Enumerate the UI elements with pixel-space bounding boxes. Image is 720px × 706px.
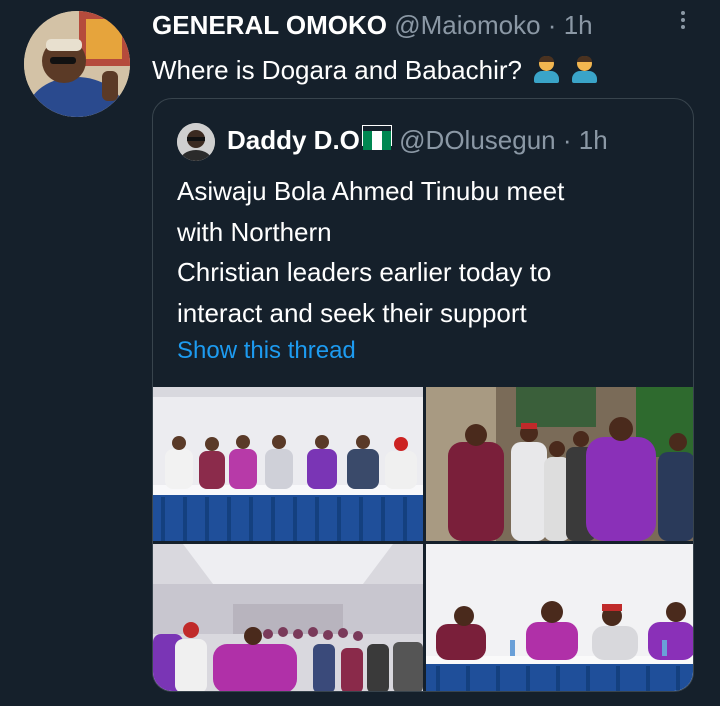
author-avatar[interactable]	[24, 11, 130, 117]
quoted-text-line: with Northern	[177, 216, 332, 247]
show-thread-link[interactable]: Show this thread	[177, 337, 356, 365]
quoted-tweet[interactable]: Daddy D.O @DOlusegun · 1h Asiwaju Bola A…	[152, 98, 694, 692]
quoted-separator: ·	[562, 125, 572, 155]
tweet-text-body: Where is Dogara and Babachir?	[152, 55, 522, 85]
author-name[interactable]: GENERAL OMOKO	[152, 10, 387, 40]
quoted-text-line: interact and seek their support	[177, 297, 527, 328]
tweet-time[interactable]: 1h	[564, 10, 593, 40]
person-shrugging-icon	[571, 56, 598, 83]
author-handle[interactable]: @Maiomoko	[394, 10, 540, 40]
quoted-text: Asiwaju Bola Ahmed Tinubu meet with Nort…	[177, 171, 677, 333]
quoted-author-name[interactable]: Daddy D.O	[227, 125, 360, 155]
quoted-author-handle[interactable]: @DOlusegun	[399, 125, 555, 155]
photo-conference-hall-crowd[interactable]	[153, 544, 423, 691]
quoted-text-line: Christian leaders earlier today to	[177, 257, 552, 287]
photo-leaders-seated-at-table[interactable]	[426, 544, 693, 691]
quoted-author-avatar[interactable]	[177, 123, 215, 161]
tweet-header: GENERAL OMOKO @Maiomoko · 1h	[152, 10, 593, 41]
person-shrugging-icon	[533, 56, 560, 83]
quoted-header: Daddy D.O @DOlusegun · 1h	[227, 125, 608, 156]
nigeria-flag-icon	[361, 125, 392, 150]
photo-tinubu-greeting-bishop[interactable]	[426, 387, 693, 541]
more-options-icon[interactable]	[678, 8, 688, 32]
photo-group-standing-at-table[interactable]	[153, 387, 423, 541]
tweet-text: Where is Dogara and Babachir?	[152, 55, 598, 86]
header-separator: ·	[547, 10, 557, 40]
quoted-text-line: Asiwaju Bola Ahmed Tinubu meet	[177, 176, 565, 206]
quoted-time[interactable]: 1h	[579, 125, 608, 155]
